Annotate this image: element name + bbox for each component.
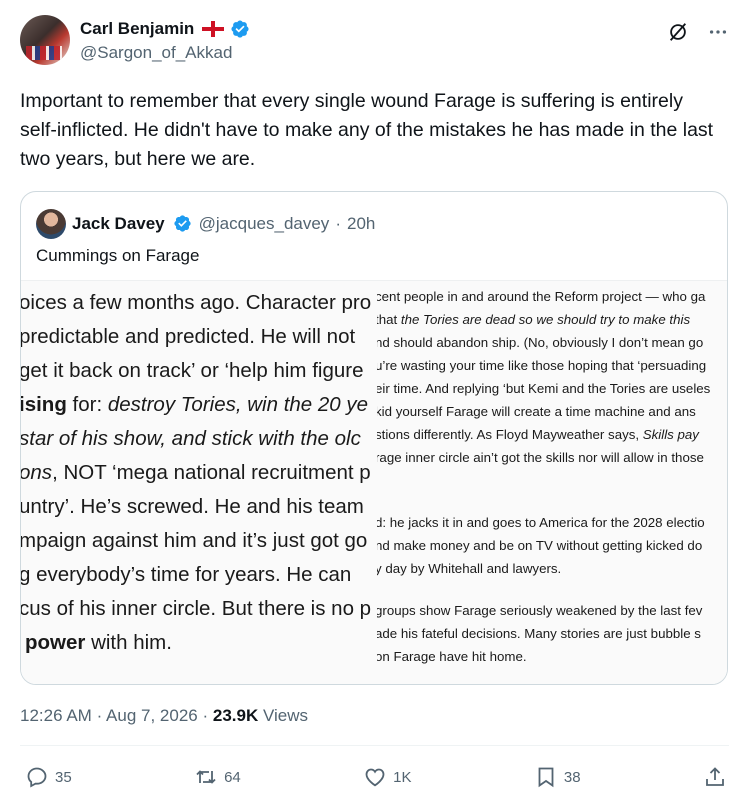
tweet-time[interactable]: 12:26 AM <box>20 706 92 725</box>
image-right-line: u’re wasting your time like those hoping… <box>377 358 707 373</box>
like-count: 1K <box>393 768 412 786</box>
tweet-meta: 12:26 AM · Aug 7, 2026 · 23.9K Views <box>20 706 308 726</box>
quoted-verified-badge-icon <box>173 214 193 234</box>
image-right-line: ade his fateful decisions. Many stories … <box>377 626 701 641</box>
quoted-author-handle[interactable]: @jacques_davey <box>199 214 330 234</box>
image-right-line: kid yourself Farage will create a time m… <box>377 404 696 419</box>
image-right-line: cent people in and around the Reform pro… <box>377 289 706 304</box>
grok-icon[interactable] <box>667 21 689 43</box>
image-right-line: stions differently. As Floyd Mayweather … <box>377 427 699 442</box>
author-display-name-row[interactable]: Carl Benjamin <box>80 19 250 39</box>
bookmark-button[interactable]: 38 <box>534 765 581 789</box>
action-bar: 35 64 1K 38 <box>25 765 727 789</box>
bookmark-count: 38 <box>563 768 581 786</box>
share-button[interactable] <box>703 765 727 789</box>
image-left-line: get it back on track’ or ‘help him figur… <box>21 359 364 382</box>
image-right-line: nd make money and be on TV without getti… <box>377 538 703 553</box>
england-flag-icon <box>202 21 225 37</box>
image-right-line: d: he jacks it in and goes to America fo… <box>377 515 705 530</box>
quoted-image-left-panel: oices a few months ago. Character pro pr… <box>21 281 377 684</box>
image-right-line: y day by Whitehall and lawyers. <box>377 561 562 576</box>
image-right-line: that the Tories are dead so we should tr… <box>377 312 691 327</box>
quoted-tweet[interactable]: Jack Davey @jacques_davey · 20h Cummings… <box>20 191 728 685</box>
meta-separator: · <box>96 706 103 725</box>
reply-icon <box>27 767 47 788</box>
image-left-line: g everybody’s time for years. He can <box>21 563 352 586</box>
image-right-line: eir time. And replying ‘but Kemi and the… <box>377 381 711 396</box>
quoted-author-avatar[interactable] <box>36 209 66 239</box>
reply-button[interactable]: 35 <box>25 765 72 789</box>
tweet-header: Carl Benjamin @Sargon_of_Akkad <box>20 15 729 71</box>
image-left-line: predictable and predicted. He will not <box>21 325 356 348</box>
meta-separator: · <box>202 706 209 725</box>
image-left-line: star of his show, and stick with the olc <box>21 427 361 450</box>
image-right-line: on Farage have hit home. <box>377 649 527 664</box>
views-label: Views <box>262 706 309 725</box>
author-display-name[interactable]: Carl Benjamin <box>80 19 194 39</box>
image-left-line: ons, NOT ‘mega national recruitment p <box>21 461 371 484</box>
like-button[interactable]: 1K <box>363 765 412 789</box>
more-options-icon[interactable] <box>707 21 729 43</box>
image-right-line: groups show Farage seriously weakened by… <box>377 603 703 618</box>
tweet-text: Important to remember that every single … <box>20 90 714 170</box>
quoted-tweet-text: Cummings on Farage <box>36 246 200 265</box>
share-icon <box>706 767 724 786</box>
repost-icon <box>196 770 216 784</box>
reply-count: 35 <box>55 768 72 786</box>
divider <box>20 745 729 746</box>
author-avatar[interactable] <box>20 15 70 65</box>
quoted-author-name[interactable]: Jack Davey <box>72 214 165 234</box>
image-left-line: cus of his inner circle. But there is no… <box>21 597 372 620</box>
quoted-meta-separator: · <box>335 214 341 233</box>
author-handle[interactable]: @Sargon_of_Akkad <box>80 43 250 63</box>
quoted-image[interactable]: oices a few months ago. Character pro pr… <box>21 280 727 684</box>
quoted-tweet-header: Jack Davey @jacques_davey · 20h <box>36 209 375 239</box>
quoted-image-right-panel: cent people in and around the Reform pro… <box>377 281 727 684</box>
heart-icon <box>365 768 385 787</box>
author-info: Carl Benjamin @Sargon_of_Akkad <box>80 19 250 63</box>
image-left-line: mpaign against him and it’s just got go <box>21 529 368 552</box>
repost-count: 64 <box>224 768 241 786</box>
image-left-line: untry’. He’s screwed. He and his team <box>21 495 364 518</box>
image-right-line: nd should abandon ship. (No, obviously I… <box>377 335 704 350</box>
tweet-date[interactable]: Aug 7, 2026 <box>106 706 198 725</box>
quoted-timestamp[interactable]: 20h <box>347 214 375 234</box>
image-left-line: ising for: destroy Tories, win the 20 ye <box>21 393 369 416</box>
image-left-line: power with him. <box>25 631 172 654</box>
top-actions <box>667 21 729 43</box>
views-count: 23.9K <box>212 706 259 725</box>
repost-button[interactable]: 64 <box>194 765 241 789</box>
image-left-line: oices a few months ago. Character pro <box>21 291 372 314</box>
verified-badge-icon[interactable] <box>230 19 250 39</box>
image-right-line: rage inner circle ain’t got the skills n… <box>377 450 704 465</box>
bookmark-icon <box>538 767 554 788</box>
